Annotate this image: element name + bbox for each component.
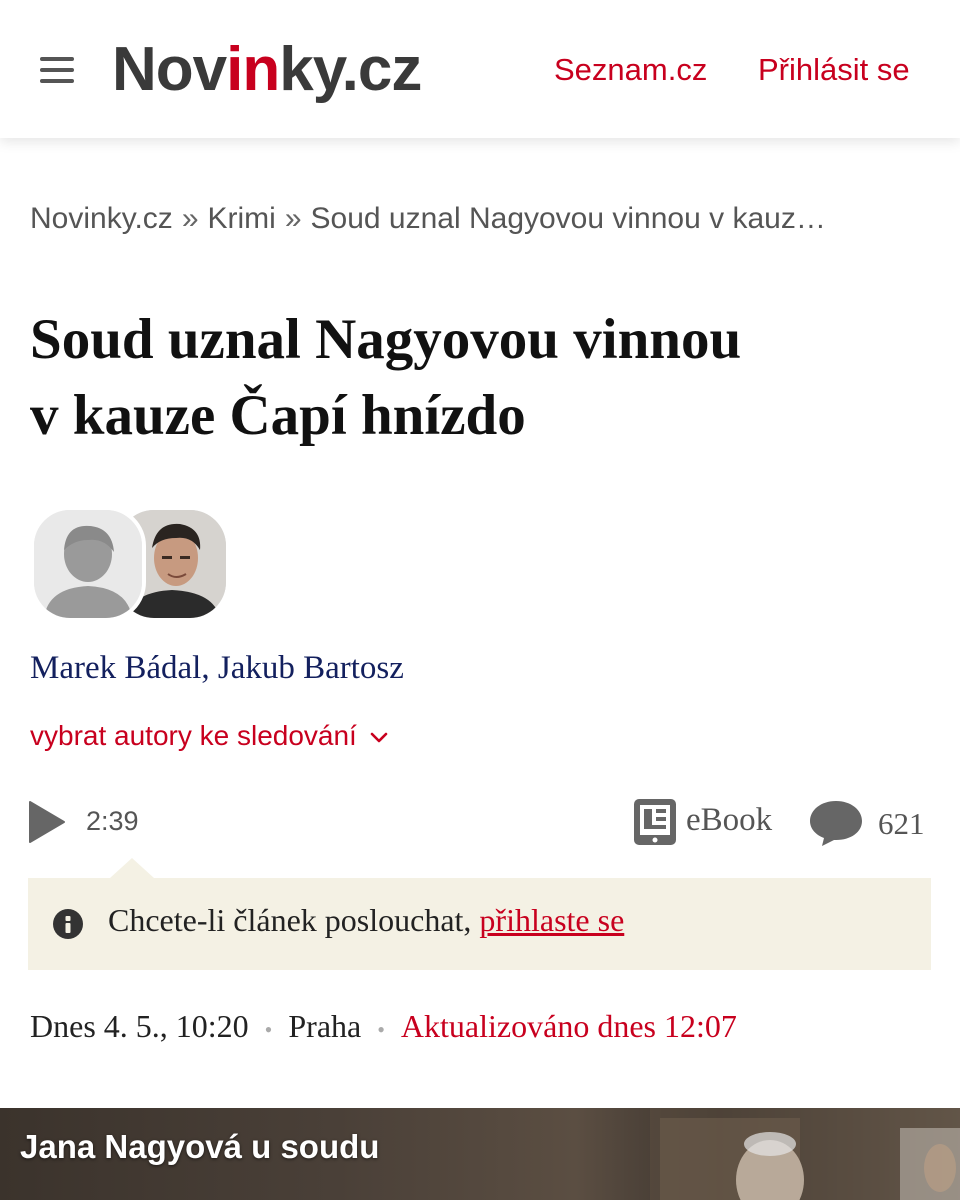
updated-time: Aktualizováno dnes 12:07: [400, 1008, 737, 1044]
listen-login-notice: Chcete-li článek poslouchat, přihlaste s…: [28, 858, 931, 970]
article-title-line1: Soud uznal Nagyovou vinnou: [30, 308, 742, 371]
article-location: Praha: [288, 1008, 362, 1044]
avatar-author1[interactable]: [30, 506, 146, 622]
notice-login-link[interactable]: přihlaste se: [479, 902, 624, 938]
publish-date: Dnes 4. 5., 10:20: [30, 1008, 249, 1044]
comments-count[interactable]: 621: [878, 806, 925, 842]
breadcrumb: Novinky.cz» Krimi» Soud uznal Nagyovou vin…: [30, 202, 930, 236]
hamburger-icon[interactable]: [40, 57, 74, 85]
audio-duration: 2:39: [86, 806, 139, 836]
site-logo[interactable]: Novinky.cz: [112, 32, 422, 108]
notice-message: Chcete-li článek poslouchat,: [108, 902, 480, 938]
chevron-down-icon: [370, 732, 387, 742]
author-separator: ,: [201, 650, 218, 686]
speech-bubble-icon[interactable]: [808, 799, 864, 852]
follow-authors-label: vybrat autory ke sledování: [30, 720, 357, 751]
meta-separator: •: [377, 1016, 385, 1042]
article-meta: Dnes 4. 5., 10:20 • Praha • Aktualizováno dn…: [30, 1008, 737, 1045]
article-title: Soud uznal Nagyovou vinnou v kauze Čapí …: [30, 302, 910, 454]
notice-text: Chcete-li článek poslouchat, přihlaste s…: [108, 902, 624, 939]
meta-separator: •: [264, 1016, 273, 1042]
photo-caption: Jana Nagyová u soudu: [20, 1128, 380, 1165]
site-header: Novinky.cz Seznam.cz Přihlásit se: [0, 0, 960, 138]
breadcrumb-separator: »: [181, 202, 199, 235]
author-link-1[interactable]: Marek Bádal: [30, 650, 201, 686]
play-icon[interactable]: [28, 800, 66, 849]
logo-text-accent: in: [226, 35, 280, 104]
ebook-label[interactable]: eBook: [686, 802, 772, 839]
breadcrumb-item-current: Soud uznal Nagyovou vinnou v kauz…: [310, 202, 826, 235]
author-link-2[interactable]: Jakub Bartosz: [218, 650, 404, 686]
ebook-reader-icon[interactable]: [632, 797, 678, 847]
logo-text-suffix: ky.cz: [279, 35, 422, 104]
login-link[interactable]: Přihlásit se: [758, 52, 910, 88]
seznam-link[interactable]: Seznam.cz: [554, 52, 707, 88]
follow-authors-toggle[interactable]: vybrat autory ke sledování: [30, 720, 389, 752]
article-title-line2: v kauze Čapí hnízdo: [30, 384, 526, 447]
breadcrumb-separator: »: [284, 202, 302, 235]
breadcrumb-item-section[interactable]: Krimi: [208, 202, 276, 235]
info-icon: [53, 909, 83, 939]
article-authors: Marek Bádal, Jakub Bartosz: [30, 650, 404, 687]
article-photo[interactable]: Jana Nagyová u soudu: [0, 1108, 960, 1200]
author-avatars: [30, 506, 230, 622]
user-silhouette-icon: [34, 510, 142, 618]
breadcrumb-item-home[interactable]: Novinky.cz: [30, 202, 173, 235]
logo-text-prefix: Nov: [112, 35, 227, 104]
